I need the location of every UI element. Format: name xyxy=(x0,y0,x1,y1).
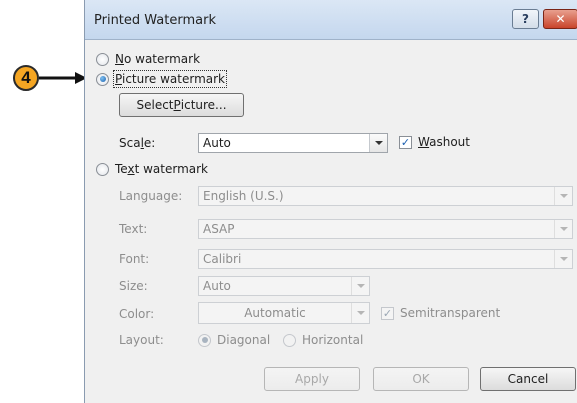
close-button[interactable]: ✕ xyxy=(543,9,577,29)
size-dropdown[interactable]: Auto xyxy=(198,276,370,296)
layout-label: Layout: xyxy=(119,333,164,347)
picture-watermark-label: Picture watermark xyxy=(113,70,227,88)
color-value: Automatic xyxy=(244,306,306,320)
ok-button[interactable]: OK xyxy=(373,367,469,391)
layout-diagonal-radio[interactable] xyxy=(198,333,211,347)
step-4-callout: 4 xyxy=(13,65,39,91)
language-chevron-down-icon xyxy=(554,187,572,205)
semitransparent-checkbox[interactable]: ✓ xyxy=(381,306,394,320)
size-value: Auto xyxy=(203,279,231,293)
text-chevron-down-icon xyxy=(554,220,572,238)
help-button[interactable]: ? xyxy=(512,9,539,29)
no-watermark-radio[interactable] xyxy=(96,52,109,66)
scale-chevron-down-icon[interactable] xyxy=(369,134,387,152)
scale-label: Scale: xyxy=(119,136,156,150)
text-value: ASAP xyxy=(203,222,235,236)
font-label: Font: xyxy=(119,252,150,266)
apply-button[interactable]: Apply xyxy=(264,367,360,391)
callout-arrow-icon xyxy=(39,72,87,84)
language-label: Language: xyxy=(119,189,183,203)
language-dropdown[interactable]: English (U.S.) xyxy=(198,186,573,206)
picture-watermark-radio[interactable] xyxy=(96,72,109,86)
semitransparent-label: Semitransparent xyxy=(400,306,501,320)
size-label: Size: xyxy=(119,279,148,293)
no-watermark-option[interactable]: No watermark xyxy=(96,52,200,66)
semitransparent-option[interactable]: ✓ Semitransparent xyxy=(381,306,500,320)
text-dropdown[interactable]: ASAP xyxy=(198,219,573,239)
scale-dropdown[interactable]: Auto xyxy=(198,133,388,153)
layout-horizontal-radio[interactable] xyxy=(283,333,296,347)
text-watermark-radio[interactable] xyxy=(96,162,109,176)
washout-option[interactable]: ✓ Washout xyxy=(399,135,470,149)
dialog-title: Printed Watermark xyxy=(94,13,216,28)
text-watermark-label: Text watermark xyxy=(115,162,209,176)
color-chevron-down-icon xyxy=(351,303,369,323)
printed-watermark-dialog: Printed Watermark ? ✕ No watermark Pictu… xyxy=(84,0,577,403)
select-picture-button[interactable]: Select Picture... xyxy=(119,93,244,117)
text-watermark-option[interactable]: Text watermark xyxy=(96,162,208,176)
size-chevron-down-icon xyxy=(351,277,369,295)
color-dropdown[interactable]: Automatic xyxy=(198,302,370,324)
language-value: English (U.S.) xyxy=(203,189,284,203)
picture-watermark-option[interactable]: Picture watermark xyxy=(96,70,227,88)
text-label: Text: xyxy=(119,222,148,236)
font-value: Calibri xyxy=(203,252,242,266)
title-bar: Printed Watermark ? ✕ xyxy=(85,0,577,40)
color-label: Color: xyxy=(119,307,155,321)
washout-checkbox[interactable]: ✓ xyxy=(399,135,412,149)
layout-diagonal-label: Diagonal xyxy=(217,333,271,347)
layout-horizontal-option[interactable]: Horizontal xyxy=(283,333,363,347)
font-chevron-down-icon xyxy=(554,250,572,268)
layout-diagonal-option[interactable]: Diagonal xyxy=(198,333,270,347)
washout-label: Washout xyxy=(418,135,470,149)
no-watermark-label: No watermark xyxy=(115,52,201,66)
cancel-button[interactable]: Cancel xyxy=(480,367,576,391)
font-dropdown[interactable]: Calibri xyxy=(198,249,573,269)
scale-value: Auto xyxy=(203,136,231,150)
layout-horizontal-label: Horizontal xyxy=(302,333,364,347)
